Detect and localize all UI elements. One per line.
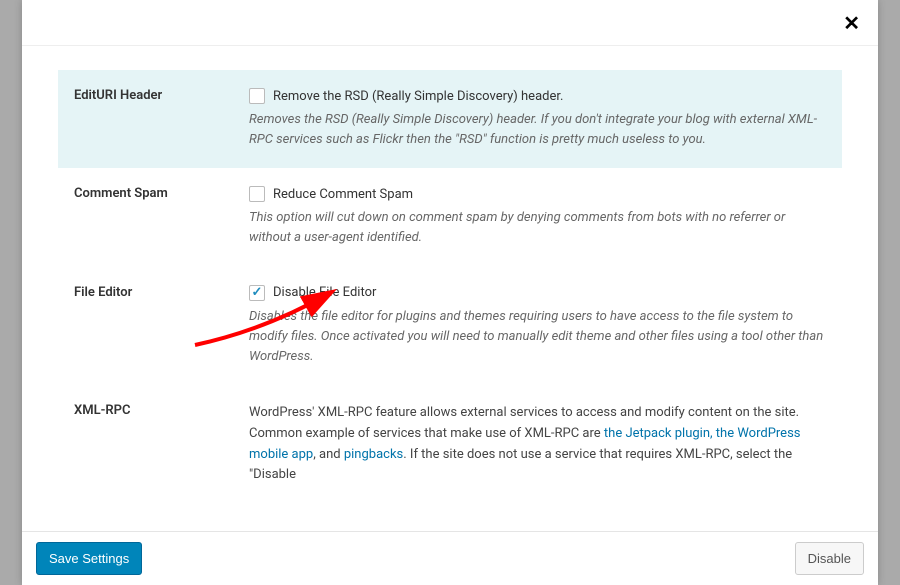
description-file-editor: Disables the file editor for plugins and…: [249, 307, 826, 367]
description-xmlrpc: WordPress' XML-RPC feature allows extern…: [249, 403, 826, 486]
checkbox-label-reduce-spam[interactable]: Reduce Comment Spam: [273, 187, 413, 202]
modal-footer: Save Settings Disable: [22, 531, 878, 585]
section-file-editor: File Editor Disable File Editor Disables…: [58, 267, 842, 385]
section-label-file-editor: File Editor: [74, 285, 249, 367]
checkbox-label-disable-file-editor[interactable]: Disable File Editor: [273, 285, 376, 300]
section-label-xmlrpc: XML-RPC: [74, 403, 249, 486]
section-comment-spam: Comment Spam Reduce Comment Spam This op…: [58, 168, 842, 266]
settings-modal: ✕ EditURI Header Remove the RSD (Really …: [22, 0, 878, 585]
description-comment-spam: This option will cut down on comment spa…: [249, 208, 826, 248]
close-icon[interactable]: ✕: [843, 13, 860, 33]
xmlrpc-text-mid: , and: [313, 447, 344, 462]
save-settings-button[interactable]: Save Settings: [36, 542, 142, 576]
modal-body[interactable]: EditURI Header Remove the RSD (Really Si…: [22, 46, 878, 531]
modal-header: ✕: [22, 0, 878, 46]
checkbox-label-remove-rsd[interactable]: Remove the RSD (Really Simple Discovery)…: [273, 89, 563, 104]
section-edituri: EditURI Header Remove the RSD (Really Si…: [58, 70, 842, 168]
description-edituri: Removes the RSD (Really Simple Discovery…: [249, 110, 826, 150]
checkbox-remove-rsd[interactable]: [249, 88, 265, 104]
disable-button[interactable]: Disable: [795, 542, 864, 576]
checkbox-reduce-spam[interactable]: [249, 186, 265, 202]
section-label-comment-spam: Comment Spam: [74, 186, 249, 248]
checkbox-disable-file-editor[interactable]: [249, 285, 265, 301]
section-label-edituri: EditURI Header: [74, 88, 249, 150]
link-pingbacks[interactable]: pingbacks: [344, 447, 403, 462]
section-xmlrpc: XML-RPC WordPress' XML-RPC feature allow…: [58, 385, 842, 504]
